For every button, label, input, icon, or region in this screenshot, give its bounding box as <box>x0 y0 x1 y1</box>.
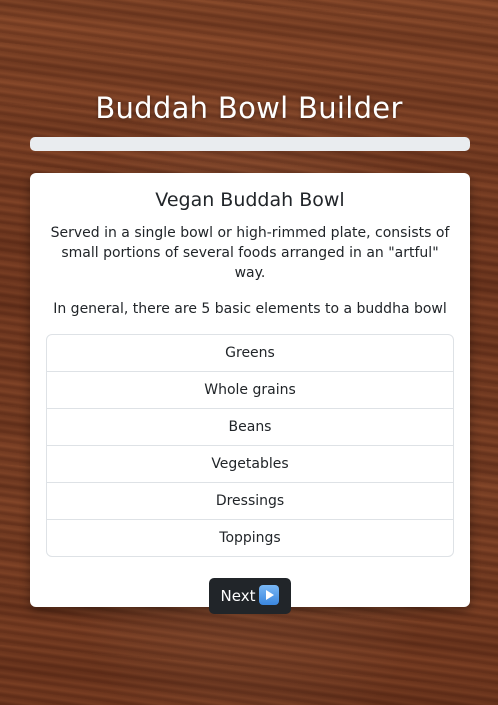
page-title: Buddah Bowl Builder <box>95 91 403 125</box>
bowl-card: Vegan Buddah Bowl Served in a single bow… <box>30 173 470 614</box>
list-item: Vegetables <box>47 445 453 482</box>
next-button-wrapper: Next <box>46 578 454 614</box>
next-button-label: Next <box>220 587 256 605</box>
list-item: Whole grains <box>47 371 453 408</box>
list-item: Greens <box>225 345 275 361</box>
list-item: Dressings <box>47 482 453 519</box>
card-description: Served in a single bowl or high-rimmed p… <box>50 225 450 281</box>
elements-list: Greens Whole grains Beans Vegetables Dre… <box>46 334 454 557</box>
card-title: Vegan Buddah Bowl <box>155 189 345 211</box>
list-item: Toppings <box>47 519 453 556</box>
play-button-icon <box>259 585 280 605</box>
next-button[interactable]: Next <box>208 578 292 614</box>
progress-bar <box>30 137 470 151</box>
list-item: Beans <box>47 408 453 445</box>
card-note: In general, there are 5 basic elements t… <box>53 301 447 317</box>
